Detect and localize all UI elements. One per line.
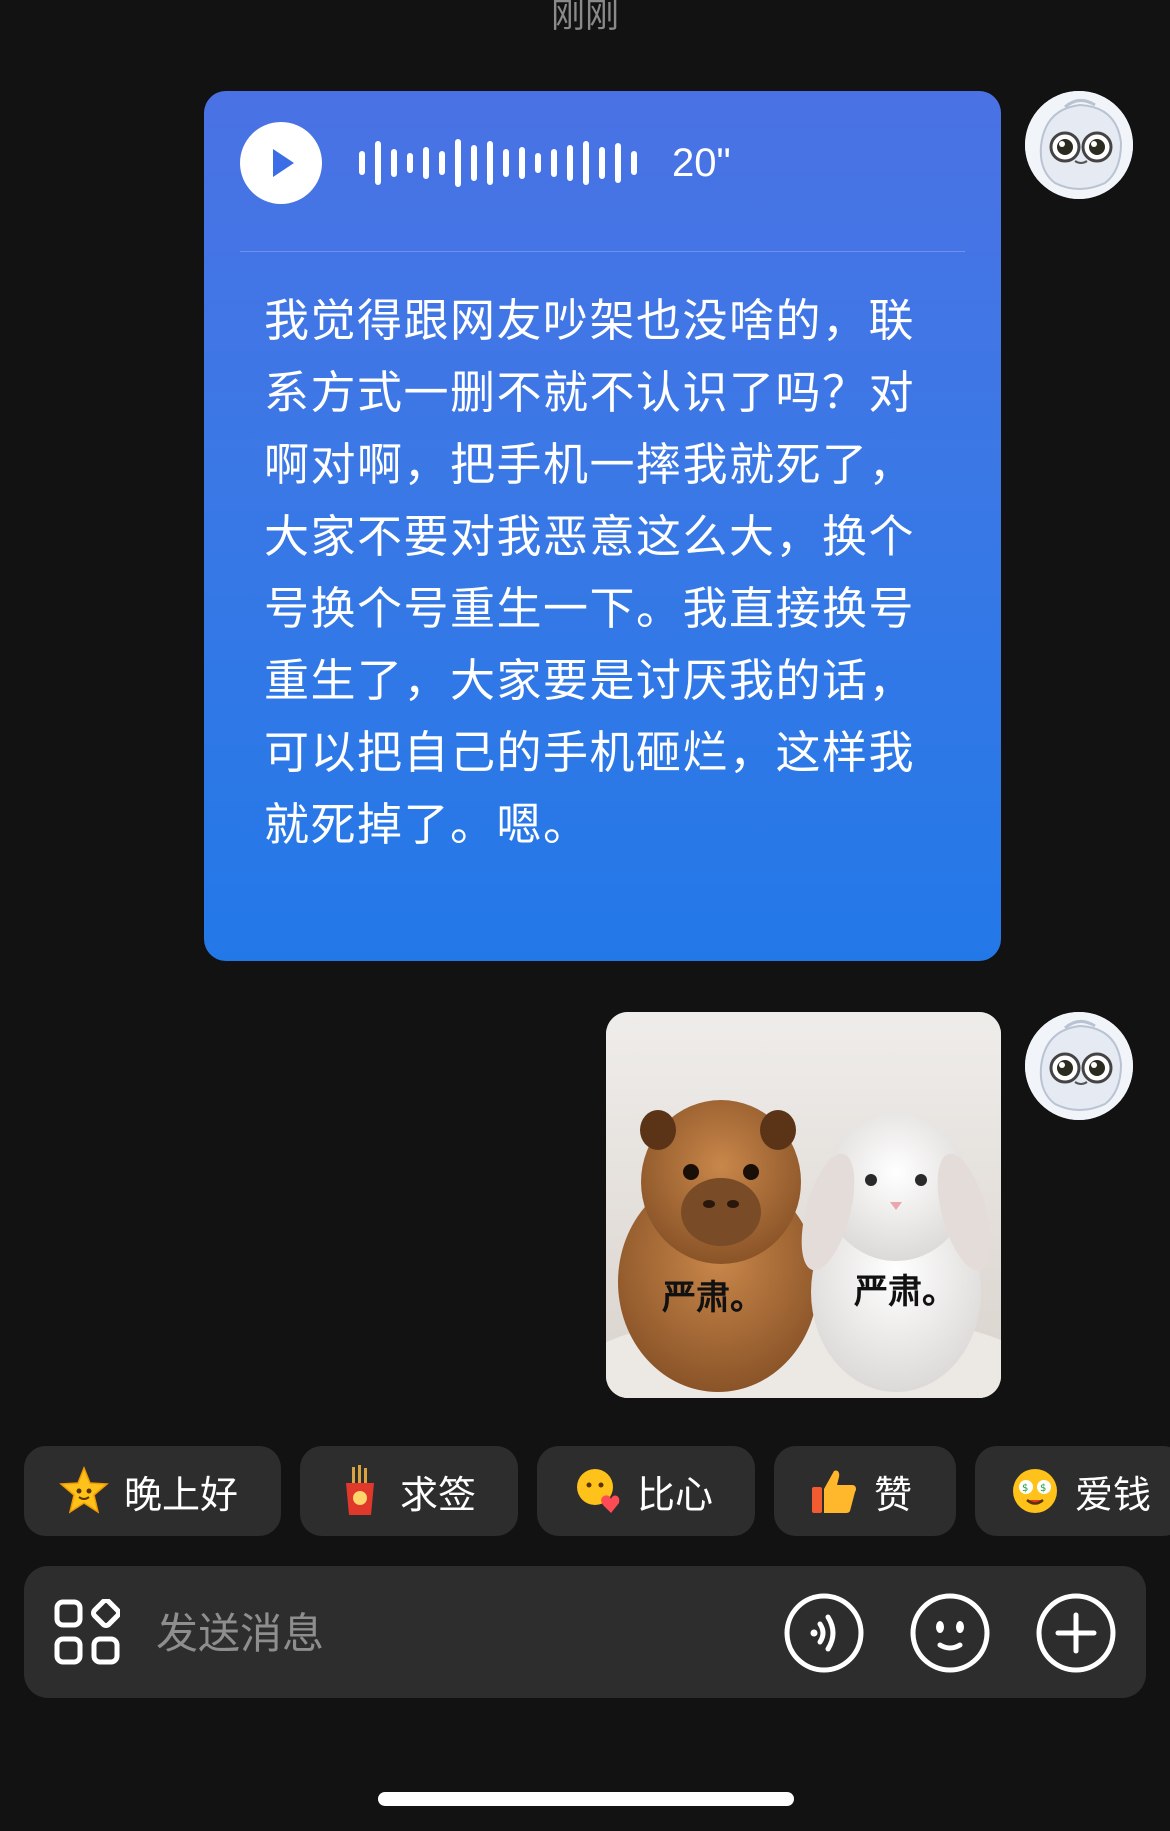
money-eyes-icon: $ $ [1013, 1469, 1057, 1513]
quick-reply-good-evening[interactable]: 晚上好 [24, 1446, 281, 1536]
voice-transcript: 我觉得跟网友吵架也没啥的，联系方式一删不就不认识了吗？对啊对啊，把手机一摔我就死… [264, 294, 916, 851]
svg-text:$: $ [1040, 1483, 1046, 1494]
home-indicator[interactable] [378, 1792, 794, 1806]
user-avatar[interactable] [1025, 91, 1133, 199]
waveform-icon [359, 139, 637, 187]
fortune-sticks-icon [346, 1465, 374, 1515]
user-avatar[interactable] [1025, 1012, 1133, 1120]
meme-caption-right: 严肃。 [854, 1272, 956, 1312]
meme-caption-left: 严肃。 [662, 1278, 764, 1318]
play-button[interactable] [240, 122, 322, 204]
quick-reply-label: 赞 [874, 1472, 913, 1517]
apps-grid-icon[interactable] [54, 1599, 120, 1665]
timestamp: 刚刚 [551, 0, 619, 36]
quick-reply-label: 求签 [400, 1472, 477, 1517]
star-face-icon [59, 1465, 109, 1514]
message-input[interactable] [154, 1596, 758, 1670]
quick-reply-label: 比心 [637, 1472, 714, 1517]
capybara-figure [618, 1100, 818, 1392]
image-message[interactable]: 严肃。 严肃。 [606, 1012, 1001, 1398]
quick-reply-love-money[interactable]: $ $ 爱钱 [975, 1446, 1170, 1536]
quick-reply-label: 爱钱 [1075, 1472, 1152, 1517]
message-composer [24, 1566, 1146, 1698]
divider [240, 251, 965, 252]
quick-reply-like[interactable]: 赞 [774, 1446, 956, 1536]
svg-text:$: $ [1022, 1483, 1028, 1494]
quick-reply-bar: 晚上好 求签 比心 赞 $ $ 爱钱 [24, 1446, 1170, 1536]
voice-message-bubble[interactable]: 20" 我觉得跟网友吵架也没啥的，联系方式一删不就不认识了吗？对啊对啊，把手机一… [204, 91, 1001, 961]
play-icon [273, 149, 294, 177]
thumbs-up-icon [812, 1470, 856, 1513]
voice-input-icon[interactable] [784, 1593, 864, 1673]
plus-icon[interactable] [1036, 1593, 1116, 1673]
quick-reply-label: 晚上好 [124, 1472, 239, 1517]
heart-hands-icon [577, 1469, 620, 1513]
emoji-icon[interactable] [910, 1593, 990, 1673]
voice-duration: 20" [672, 141, 731, 185]
quick-reply-heart[interactable]: 比心 [537, 1446, 755, 1536]
quick-reply-fortune[interactable]: 求签 [300, 1446, 518, 1536]
